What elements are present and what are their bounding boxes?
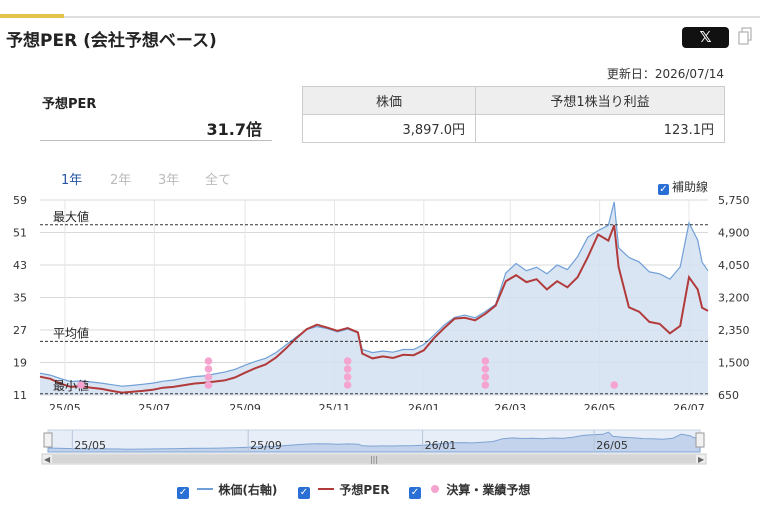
legend-earnings-dot-icon (431, 485, 440, 493)
earnings-marker (204, 381, 213, 389)
y-left-tick-label: 19 (13, 357, 27, 370)
reference-line-label: 平均値 (53, 325, 89, 340)
per-underline (40, 140, 272, 141)
y-right-tick-label: 5,750 (718, 194, 750, 207)
y-left-tick-label: 59 (13, 194, 27, 207)
copy-icon[interactable] (738, 27, 752, 45)
table-header-row: 株価 予想1株当り利益 (301, 86, 725, 115)
earnings-marker (343, 365, 352, 373)
earnings-marker (204, 357, 213, 365)
checkbox-checked-icon: ✓ (177, 487, 189, 499)
earnings-marker (481, 373, 490, 381)
x-share-button[interactable]: 𝕏 (682, 27, 729, 48)
x-tick-label: 25/11 (319, 402, 351, 410)
legend-per[interactable]: ✓ 予想PER (298, 481, 390, 499)
header-divider (64, 16, 760, 18)
per-label: 予想PER (42, 97, 97, 112)
y-left-tick-label: 11 (13, 389, 27, 402)
scroll-right-arrow-icon: ▶ (698, 455, 705, 464)
navigator-tick-label: 26/05 (596, 439, 628, 452)
earnings-marker (343, 381, 352, 389)
tab-3y[interactable]: 3年 (158, 169, 179, 188)
navigator-tick-label: 25/09 (250, 439, 282, 452)
legend-per-line-icon (318, 488, 335, 490)
tab-all[interactable]: 全て (205, 169, 231, 188)
y-right-tick-label: 2,350 (718, 324, 750, 337)
y-left-tick-label: 35 (13, 292, 27, 305)
earnings-marker (204, 373, 213, 381)
table-header-price: 株価 (301, 86, 477, 115)
navigator-handle[interactable] (695, 432, 705, 448)
header-accent-bar (0, 14, 64, 18)
range-navigator[interactable]: 25/05 25/09 26/01 26/05 ◀ ▶ ||| (0, 428, 760, 468)
x-logo-icon: 𝕏 (699, 28, 712, 46)
tab-1y[interactable]: 1年 (61, 169, 82, 188)
navigator-handle[interactable] (43, 432, 53, 448)
y-right-tick-label: 4,050 (718, 259, 750, 272)
table-cell-price: 3,897.0円 (301, 114, 477, 143)
y-left-tick-label: 27 (13, 324, 27, 337)
y-right-tick-label: 4,900 (718, 227, 750, 240)
navigator-tick-label: 26/01 (425, 439, 457, 452)
per-chart: 11 650 19 1,500 27 2,350 35 3,200 43 4,050 51 4,900… (13, 194, 750, 410)
navigator-tick-label: 25/05 (74, 439, 106, 452)
earnings-marker (481, 357, 490, 365)
price-area (40, 201, 708, 395)
legend-price-line-icon (197, 488, 214, 490)
checkbox-checked-icon: ✓ (298, 487, 310, 499)
x-tick-label: 26/05 (584, 402, 616, 410)
price-eps-table: 株価 予想1株当り利益 3,897.0円 123.1円 (301, 86, 725, 143)
earnings-marker (481, 365, 490, 373)
legend-price-label: 株価(右軸) (218, 483, 278, 497)
x-tick-label: 25/05 (49, 402, 81, 410)
chart-series (39, 201, 709, 395)
earnings-marker (481, 381, 490, 389)
scroll-left-arrow-icon: ◀ (44, 455, 51, 464)
y-right-tick-label: 3,200 (718, 292, 750, 305)
table-header-eps: 予想1株当り利益 (475, 86, 725, 115)
page-title: 予想PER (会社予想ベース) (6, 31, 217, 51)
x-tick-label: 26/07 (673, 402, 705, 410)
y-left-tick-label: 43 (13, 259, 27, 272)
reference-line-label: 最大値 (53, 209, 89, 224)
per-value: 31.7倍 (206, 120, 262, 139)
y-right-tick-label: 1,500 (718, 357, 750, 370)
legend-per-label: 予想PER (339, 483, 390, 497)
legend-earnings-label: 決算・業績予想 (446, 483, 531, 497)
earnings-marker (343, 373, 352, 381)
earnings-marker (204, 365, 213, 373)
y-left-tick-label: 51 (13, 227, 27, 240)
earnings-marker (343, 357, 352, 365)
x-tick-label: 25/09 (229, 402, 261, 410)
checkbox-checked-icon: ✓ (409, 487, 421, 499)
legend-price[interactable]: ✓ 株価(右軸) (177, 481, 277, 499)
earnings-marker (77, 381, 85, 389)
scroll-grip-icon: ||| (370, 455, 378, 464)
legend-earnings[interactable]: ✓ 決算・業績予想 (409, 481, 530, 499)
earnings-marker (610, 381, 619, 389)
x-tick-label: 26/03 (494, 402, 526, 410)
updated-date: 更新日：2026/07/14 (606, 67, 724, 81)
y-right-tick-label: 650 (718, 389, 739, 402)
x-tick-label: 25/07 (138, 402, 170, 410)
tab-2y[interactable]: 2年 (110, 169, 131, 188)
x-tick-label: 26/01 (408, 402, 440, 410)
table-cell-eps: 123.1円 (475, 114, 725, 143)
table-row: 3,897.0円 123.1円 (301, 114, 725, 143)
